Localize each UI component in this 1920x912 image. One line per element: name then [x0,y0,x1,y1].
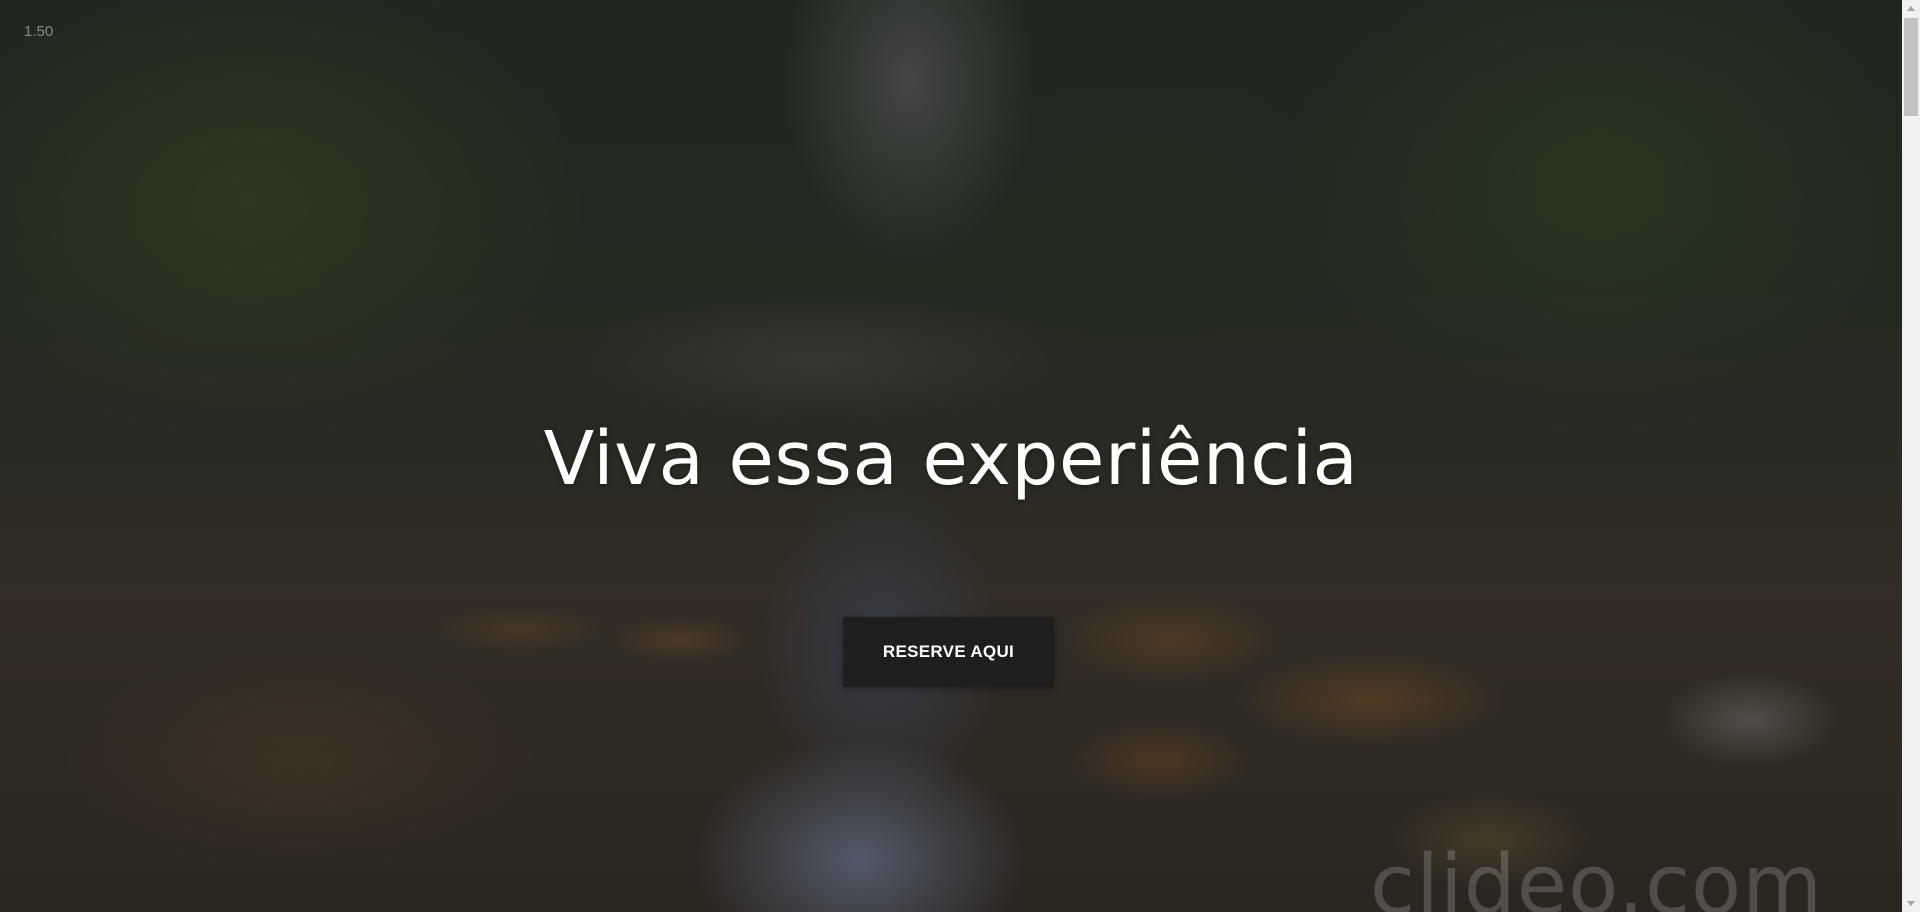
page-scrollbar[interactable] [1902,0,1920,912]
hero-title: Viva essa experiência [543,416,1359,502]
video-watermark: clideo.com [1370,838,1824,912]
chevron-down-icon [1907,901,1915,906]
chevron-up-icon [1907,6,1915,11]
scroll-down-arrow[interactable] [1902,895,1920,912]
playback-speed-label: 1.50 [24,23,54,40]
page-viewport: 1.50 Viva essa experiência RESERVE AQUI … [0,0,1902,912]
scroll-up-arrow[interactable] [1902,0,1920,17]
scrollbar-thumb[interactable] [1904,18,1918,116]
reserve-button[interactable]: RESERVE AQUI [843,617,1054,687]
